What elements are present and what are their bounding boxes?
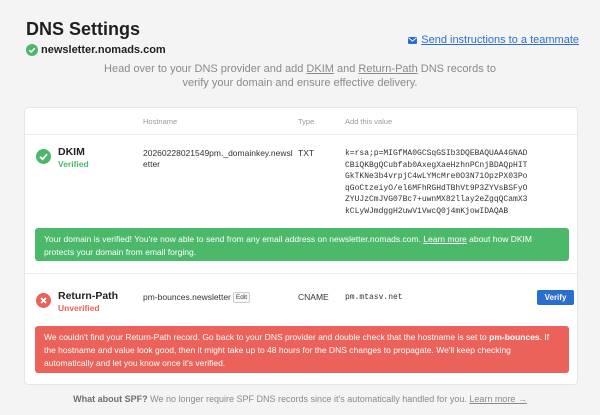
domain-name: newsletter.nomads.com <box>41 44 166 56</box>
column-header-hostname: Hostname <box>143 117 178 126</box>
column-header-value: Add this value <box>345 117 393 126</box>
domain-label: newsletter.nomads.com <box>26 44 166 56</box>
return-path-value: pm.mtasv.net <box>345 293 403 302</box>
dkim-value: k=rsa;p=MIGfMA0GCSqGSIb3DQEBAQUAA4GNAD C… <box>345 149 528 216</box>
return-path-hostname: pm-bounces.newsletter Edit <box>143 292 251 303</box>
x-circle-icon <box>36 293 51 308</box>
spf-learn-more-link[interactable]: Learn more → <box>469 394 527 404</box>
header-divider <box>25 134 577 135</box>
send-instructions-link[interactable]: Send instructions to a teammate <box>408 34 579 46</box>
intro-line-1: Head over to your DNS provider and add D… <box>104 63 496 75</box>
dkim-record-name: DKIM <box>58 146 85 158</box>
row-divider <box>25 273 577 274</box>
intro-text: Head over to your DNS provider and add D… <box>0 62 600 90</box>
return-path-status: Unverified <box>58 303 100 313</box>
mail-icon <box>408 36 418 44</box>
spf-question: What about SPF? <box>73 394 148 404</box>
page-title: DNS Settings <box>26 19 141 39</box>
return-path-link[interactable]: Return-Path <box>358 63 417 75</box>
intro-line-2: verify your domain and ensure effective … <box>182 77 418 89</box>
return-path-record-name: Return-Path <box>58 290 119 302</box>
checkmark-circle-icon <box>36 149 51 164</box>
dkim-verified-banner: Your domain is verified! You're now able… <box>35 228 569 261</box>
verify-button[interactable]: Verify <box>537 290 574 305</box>
dns-records-card: Hostname Type Add this value DKIM Verifi… <box>24 107 578 385</box>
dkim-learn-more-link[interactable]: Learn more <box>423 234 466 244</box>
dkim-status: Verified <box>58 159 89 169</box>
return-path-type: CNAME <box>298 292 329 302</box>
return-path-error-banner: We couldn't find your Return-Path record… <box>35 326 569 373</box>
dkim-hostname: 20260228021549pm._domainkey.newsl etter <box>143 148 293 169</box>
dkim-link[interactable]: DKIM <box>306 63 334 75</box>
spf-footer: What about SPF? We no longer require SPF… <box>73 394 527 404</box>
column-header-type: Type <box>298 117 315 126</box>
edit-hostname-button[interactable]: Edit <box>232 292 251 303</box>
send-instructions-label: Send instructions to a teammate <box>421 34 579 46</box>
dkim-type: TXT <box>298 148 315 158</box>
verified-badge-icon <box>26 44 38 56</box>
